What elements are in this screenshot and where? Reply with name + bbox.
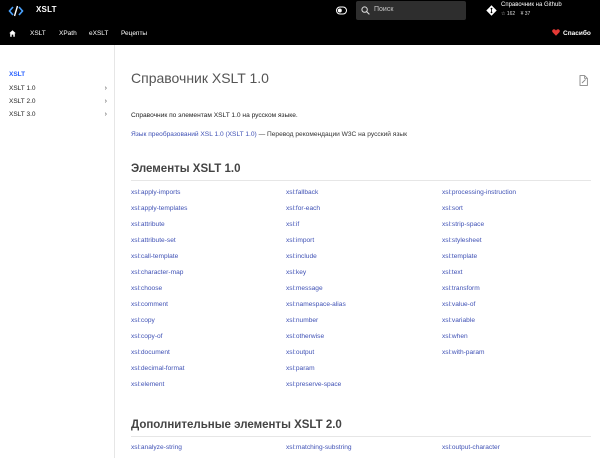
element-link[interactable]: xsl:transform xyxy=(442,285,480,292)
page-title: Справочник XSLT 1.0 xyxy=(131,70,269,86)
sidebar-item-label: XSLT 1.0 xyxy=(9,85,36,92)
git-diamond-icon xyxy=(486,5,497,16)
section-title-xslt-1-0: Элементы XSLT 1.0 xyxy=(131,163,241,175)
element-link[interactable]: xsl:call-template xyxy=(131,253,178,260)
element-link[interactable]: xsl:stylesheet xyxy=(442,237,482,244)
element-link[interactable]: xsl:include xyxy=(286,253,317,260)
nav-item-xslt[interactable]: XSLT xyxy=(30,30,46,37)
element-link[interactable]: xsl:decimal-format xyxy=(131,365,185,372)
site-title[interactable]: XSLT xyxy=(36,5,57,14)
element-link[interactable]: xsl:apply-imports xyxy=(131,189,180,196)
nav-item-exslt[interactable]: eXSLT xyxy=(89,30,108,37)
search-icon xyxy=(361,6,370,15)
element-link[interactable]: xsl:copy-of xyxy=(131,333,163,340)
element-link[interactable]: xsl:when xyxy=(442,333,468,340)
element-link[interactable]: xsl:matching-substring xyxy=(286,444,352,451)
element-link[interactable]: xsl:apply-templates xyxy=(131,205,187,212)
element-link[interactable]: xsl:preserve-space xyxy=(286,381,341,388)
element-link[interactable]: xsl:if xyxy=(286,221,299,228)
element-link[interactable]: xsl:param xyxy=(286,365,315,372)
element-link[interactable]: xsl:template xyxy=(442,253,477,260)
edit-page-icon[interactable] xyxy=(579,75,588,86)
spec-suffix: — Перевод рекомендации W3C на русский яз… xyxy=(256,131,407,138)
element-link[interactable]: xsl:value-of xyxy=(442,301,475,308)
github-stats: ☆ 162 Ұ 37 xyxy=(501,11,534,17)
element-link[interactable]: xsl:import xyxy=(286,237,314,244)
section-divider xyxy=(131,180,591,181)
element-link[interactable]: xsl:variable xyxy=(442,317,475,324)
sidebar-item-xslt-1-0[interactable]: XSLT 1.0 › xyxy=(9,85,109,92)
element-link[interactable]: xsl:strip-space xyxy=(442,221,484,228)
sidebar-item-label: XSLT 3.0 xyxy=(9,111,36,118)
spec-line: Язык преобразований XSL 1.0 (XSLT 1.0) —… xyxy=(131,131,407,138)
section-divider xyxy=(131,436,591,437)
sidebar-item-xslt-3-0[interactable]: XSLT 3.0 › xyxy=(9,111,109,118)
element-link[interactable]: xsl:comment xyxy=(131,301,168,308)
intro-text: Справочник по элементам XSLT 1.0 на русс… xyxy=(131,112,298,119)
section-title-xslt-2-0: Дополнительные элементы XSLT 2.0 xyxy=(131,419,342,431)
element-link[interactable]: xsl:number xyxy=(286,317,318,324)
github-forks: Ұ 37 xyxy=(520,11,531,17)
main-nav: XSLT XPath eXSLT Рецепты Спасибо xyxy=(0,22,600,45)
sidebar-item-xslt[interactable]: XSLT xyxy=(9,71,109,78)
github-stars: ☆ 162 xyxy=(501,11,516,17)
sidebar: XSLT XSLT 1.0 › XSLT 2.0 › XSLT 3.0 › xyxy=(0,45,115,458)
element-link[interactable]: xsl:text xyxy=(442,269,463,276)
element-link[interactable]: xsl:with-param xyxy=(442,349,485,356)
chevron-right-icon: › xyxy=(104,111,107,118)
element-link[interactable]: xsl:sort xyxy=(442,205,463,212)
element-link[interactable]: xsl:namespace-alias xyxy=(286,301,346,308)
element-link[interactable]: xsl:processing-instruction xyxy=(442,189,516,196)
element-link[interactable]: xsl:fallback xyxy=(286,189,318,196)
sidebar-item-label: XSLT 2.0 xyxy=(9,98,36,105)
search-box[interactable]: Поиск xyxy=(356,1,466,20)
github-repo-link[interactable]: Справочник на Github ☆ 162 Ұ 37 xyxy=(486,2,598,20)
code-logo-icon[interactable] xyxy=(8,3,24,19)
element-link[interactable]: xsl:attribute xyxy=(131,221,165,228)
chevron-right-icon: › xyxy=(104,85,107,92)
element-link[interactable]: xsl:output-character xyxy=(442,444,500,451)
sidebar-item-xslt-2-0[interactable]: XSLT 2.0 › xyxy=(9,98,109,105)
element-link[interactable]: xsl:character-map xyxy=(131,269,183,276)
element-link[interactable]: xsl:output xyxy=(286,349,314,356)
theme-toggle-icon[interactable] xyxy=(336,6,347,15)
element-link[interactable]: xsl:otherwise xyxy=(286,333,324,340)
element-link[interactable]: xsl:copy xyxy=(131,317,155,324)
element-link[interactable]: xsl:element xyxy=(131,381,164,388)
element-link[interactable]: xsl:for-each xyxy=(286,205,320,212)
element-link[interactable]: xsl:analyze-string xyxy=(131,444,182,451)
donate-label: Спасибо xyxy=(563,30,591,37)
element-link[interactable]: xsl:document xyxy=(131,349,170,356)
element-link[interactable]: xsl:attribute-set xyxy=(131,237,176,244)
search-placeholder: Поиск xyxy=(374,6,394,13)
chevron-right-icon: › xyxy=(104,98,107,105)
element-link[interactable]: xsl:message xyxy=(286,285,323,292)
nav-item-xpath[interactable]: XPath xyxy=(59,30,77,37)
nav-item-recipes[interactable]: Рецепты xyxy=(121,30,147,37)
donate-link[interactable]: Спасибо xyxy=(552,29,591,37)
sidebar-item-label: XSLT xyxy=(9,71,26,78)
element-link[interactable]: xsl:key xyxy=(286,269,306,276)
spec-link[interactable]: Язык преобразований XSL 1.0 (XSLT 1.0) xyxy=(131,131,257,138)
element-link[interactable]: xsl:choose xyxy=(131,285,162,292)
home-icon[interactable] xyxy=(9,30,16,37)
github-title: Справочник на Github xyxy=(501,2,562,8)
top-bar: XSLT Поиск Справочник на Github ☆ 162 Ұ … xyxy=(0,0,600,22)
heart-icon xyxy=(552,29,560,36)
